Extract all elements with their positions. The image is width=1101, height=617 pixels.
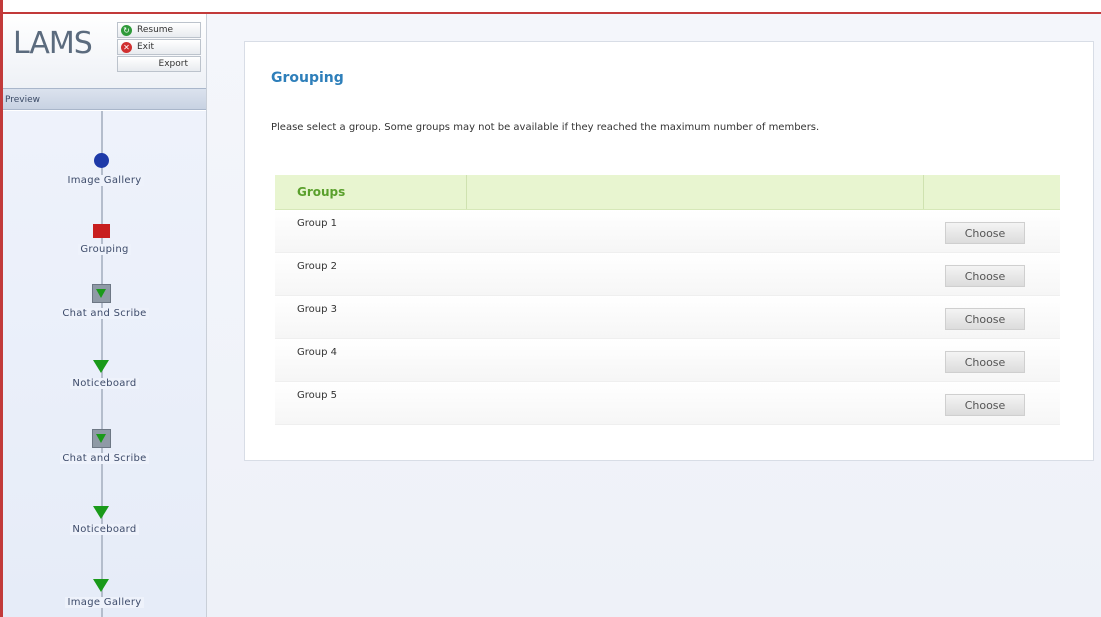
- activity-triangle-icon: [93, 506, 109, 519]
- activity-label: Grouping: [78, 244, 131, 255]
- group-name: Group 3: [297, 304, 337, 315]
- activity-box-icon: [92, 284, 111, 303]
- choose-button[interactable]: Choose: [945, 222, 1025, 244]
- grouping-panel: Grouping Please select a group. Some gro…: [244, 41, 1094, 461]
- page-title: Grouping: [271, 70, 344, 86]
- exit-label: Exit: [137, 42, 155, 52]
- export-label: Export: [158, 59, 188, 69]
- activity-label: Noticeboard: [70, 524, 139, 535]
- table-row: Group 5 Choose: [275, 382, 1060, 425]
- activity-triangle-icon: [93, 360, 109, 373]
- resume-label: Resume: [137, 25, 174, 35]
- choose-button[interactable]: Choose: [945, 351, 1025, 373]
- groups-table: Groups Group 1 Choose Group 2 Choose Gro…: [275, 175, 1060, 425]
- activity-circle-icon: [94, 153, 109, 168]
- resume-button[interactable]: ↻ Resume: [117, 22, 201, 38]
- activity-box-icon: [92, 429, 111, 448]
- table-row: Group 3 Choose: [275, 296, 1060, 339]
- lams-logo: LAMS: [13, 26, 93, 61]
- group-name: Group 5: [297, 390, 337, 401]
- table-header: Groups: [275, 175, 1060, 210]
- sequence-panel: Image Gallery Grouping Chat and Scribe N…: [3, 111, 206, 617]
- activity-label: Image Gallery: [65, 175, 144, 186]
- table-row: Group 2 Choose: [275, 253, 1060, 296]
- groups-column-header: Groups: [297, 185, 346, 199]
- logo-area: LAMS ↻ Resume ✕ Exit Export: [3, 14, 206, 89]
- activity-triangle-icon: [93, 579, 109, 592]
- exit-button[interactable]: ✕ Exit: [117, 39, 201, 55]
- preview-bar: Preview: [3, 88, 206, 110]
- group-name: Group 2: [297, 261, 337, 272]
- top-frame: [0, 0, 1101, 14]
- activity-label: Noticeboard: [70, 378, 139, 389]
- group-name: Group 4: [297, 347, 337, 358]
- resume-icon: ↻: [121, 24, 132, 36]
- choose-button[interactable]: Choose: [945, 265, 1025, 287]
- choose-button[interactable]: Choose: [945, 308, 1025, 330]
- header-divider: [923, 175, 924, 209]
- sidebar: LAMS ↻ Resume ✕ Exit Export Preview Imag…: [3, 14, 207, 617]
- group-name: Group 1: [297, 218, 337, 229]
- main-content: Grouping Please select a group. Some gro…: [207, 14, 1101, 617]
- table-row: Group 4 Choose: [275, 339, 1060, 382]
- activity-label: Chat and Scribe: [60, 308, 149, 319]
- activity-label: Chat and Scribe: [60, 453, 149, 464]
- table-row: Group 1 Choose: [275, 210, 1060, 253]
- exit-icon: ✕: [121, 41, 132, 53]
- instructions-text: Please select a group. Some groups may n…: [271, 122, 820, 133]
- activity-label: Image Gallery: [65, 597, 144, 608]
- activity-square-icon: [93, 224, 110, 238]
- choose-button[interactable]: Choose: [945, 394, 1025, 416]
- export-button[interactable]: Export: [117, 56, 201, 72]
- header-divider: [466, 175, 467, 209]
- preview-label: Preview: [5, 95, 41, 105]
